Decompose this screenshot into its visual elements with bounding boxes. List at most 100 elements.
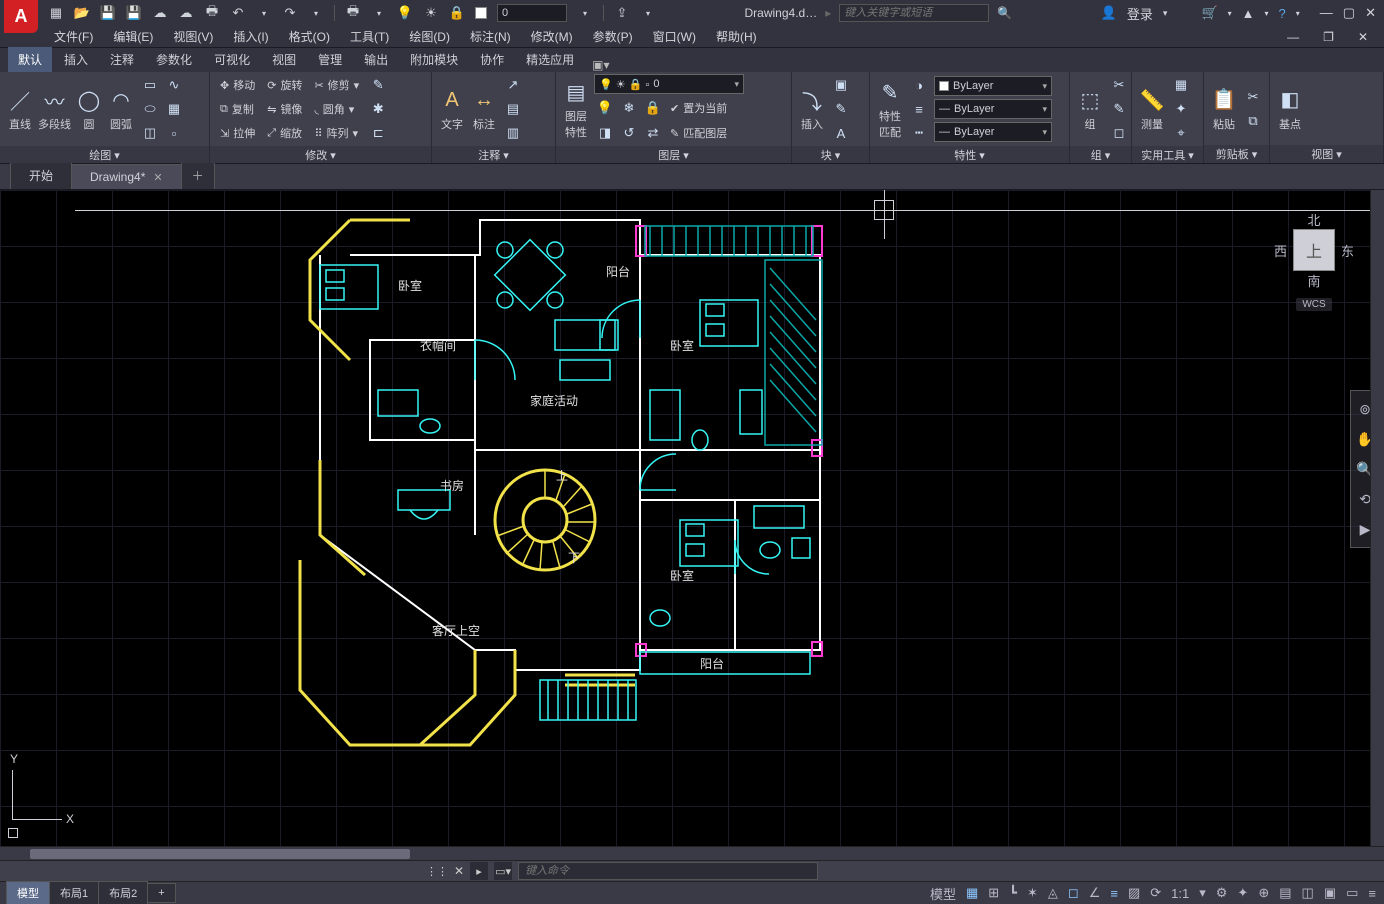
close-icon[interactable]: ✕ (1365, 5, 1376, 21)
panel-block-label[interactable]: 块 ▾ (792, 146, 869, 163)
paste-button[interactable]: 📋粘贴 (1210, 86, 1238, 132)
ltype-icon[interactable]: ┅ (908, 122, 930, 144)
tab-insert[interactable]: 插入 (54, 47, 98, 72)
ltype-combo[interactable]: — ByLayer▾ (934, 122, 1052, 142)
filetab-start[interactable]: 开始 (10, 161, 72, 189)
hatch-icon[interactable]: ▦ (163, 98, 185, 120)
lweight-icon[interactable]: ≡ (908, 98, 930, 120)
doc-restore-icon[interactable]: ❐ (1315, 28, 1342, 46)
cmd-recent-icon[interactable]: ▸ (470, 862, 488, 880)
menu-window[interactable]: 窗口(W) (645, 26, 704, 47)
quick-icon[interactable]: ⌖ (1170, 122, 1192, 144)
set-current-button[interactable]: ✔ 置为当前 (666, 97, 731, 119)
undo-dd-icon[interactable]: ▾ (256, 5, 272, 21)
vc-west[interactable]: 西 (1274, 241, 1287, 260)
rect-icon[interactable]: ▭ (139, 74, 161, 96)
web-save-icon[interactable]: ☁ (178, 5, 194, 21)
menu-view[interactable]: 视图(V) (165, 26, 221, 47)
menu-file[interactable]: 文件(F) (46, 26, 101, 47)
snap-toggle-icon[interactable]: ⊞ (988, 885, 999, 901)
array-button[interactable]: ⠿ 阵列 ▾ (310, 122, 363, 144)
layout-2[interactable]: 布局2 (98, 881, 148, 904)
units-icon[interactable]: ⊕ (1258, 885, 1269, 901)
hardware-icon[interactable]: ▣ (1324, 885, 1336, 901)
panel-util-label[interactable]: 实用工具 ▾ (1132, 146, 1203, 163)
layout-1[interactable]: 布局1 (49, 881, 99, 904)
rotate-button[interactable]: ⟳ 旋转 (263, 74, 306, 96)
menu-format[interactable]: 格式(O) (281, 26, 338, 47)
redo-icon[interactable]: ↷ (282, 5, 298, 21)
group-button[interactable]: ⬚组 (1076, 86, 1104, 132)
osnap-icon[interactable]: ◻ (1068, 885, 1079, 901)
filetab-close-icon[interactable]: ✕ (153, 171, 162, 184)
isolate-icon[interactable]: ◫ (1302, 885, 1314, 901)
mirror-button[interactable]: ⇋ 镜像 (263, 98, 306, 120)
panel-annot-label[interactable]: 注释 ▾ (432, 146, 555, 163)
ortho-icon[interactable]: ┗ (1009, 885, 1017, 901)
scale-button[interactable]: ⤢ 缩放 (263, 122, 306, 144)
menu-modify[interactable]: 修改(M) (523, 26, 581, 47)
scrollbar-horizontal[interactable] (0, 846, 1384, 860)
status-model-button[interactable]: 模型 (930, 884, 956, 903)
group-sel-icon[interactable]: ◻ (1108, 122, 1130, 144)
layer-num-field[interactable] (497, 4, 567, 22)
command-input[interactable] (518, 862, 818, 880)
tab-output[interactable]: 输出 (354, 47, 398, 72)
explode-icon[interactable]: ✱ (367, 98, 389, 120)
help-icon[interactable]: ? (1279, 6, 1286, 21)
save-icon[interactable]: 💾 (100, 5, 116, 21)
menu-help[interactable]: 帮助(H) (708, 26, 765, 47)
cut-icon[interactable]: ✂ (1242, 86, 1264, 108)
plot-icon[interactable]: 🖶 (204, 5, 220, 21)
tab-default[interactable]: 默认 (8, 47, 52, 72)
panel-layer-label[interactable]: 图层 ▾ (556, 146, 791, 163)
qat-dd-icon[interactable]: ▾ (640, 5, 656, 21)
panel-props-label[interactable]: 特性 ▾ (870, 146, 1069, 163)
viewcube[interactable]: 北 西 上 东 南 WCS (1274, 210, 1354, 311)
vc-wcs[interactable]: WCS (1296, 298, 1331, 311)
tab-addon[interactable]: 附加模块 (400, 47, 468, 72)
group-edit-icon[interactable]: ✎ (1108, 98, 1130, 120)
stretch-button[interactable]: ⇲ 拉伸 (216, 122, 259, 144)
table-icon[interactable]: ▤ (502, 98, 524, 120)
cmd-handle-icon[interactable]: ⋮⋮ (426, 865, 448, 878)
base-button[interactable]: ◧基点 (1276, 86, 1304, 132)
otrack-icon[interactable]: ∠ (1089, 885, 1101, 901)
copy-button[interactable]: ⧉ 复制 (216, 98, 259, 120)
quickprops-icon[interactable]: ▤ (1279, 885, 1291, 901)
id-icon[interactable]: ✦ (1170, 98, 1192, 120)
point-icon[interactable]: ▫ (163, 122, 185, 144)
color-wheel-icon[interactable]: ◑ (908, 74, 930, 96)
grid-toggle-icon[interactable]: ▦ (966, 885, 978, 901)
match-props-button[interactable]: ✎特性 匹配 (876, 78, 904, 140)
fillet-button[interactable]: ◟ 圆角 ▾ (310, 98, 363, 120)
transparency-icon[interactable]: ▨ (1128, 885, 1140, 901)
tab-view[interactable]: 视图 (262, 47, 306, 72)
customize-icon[interactable]: ≡ (1368, 886, 1376, 901)
layer-off-icon[interactable]: 💡 (594, 97, 616, 119)
num-dd-icon[interactable]: ▾ (577, 5, 593, 21)
menu-tools[interactable]: 工具(T) (342, 26, 397, 47)
copy-clip-icon[interactable]: ⧉ (1242, 110, 1264, 132)
panel-draw-label[interactable]: 绘图 ▾ (0, 146, 209, 163)
tab-collab[interactable]: 协作 (470, 47, 514, 72)
panel-group-label[interactable]: 组 ▾ (1070, 146, 1131, 163)
vc-top[interactable]: 上 (1293, 229, 1335, 271)
layer-props-button[interactable]: ▤图层 特性 (562, 78, 590, 140)
spline-icon[interactable]: ∿ (163, 74, 185, 96)
saveas-icon[interactable]: 💾 (126, 5, 142, 21)
lweight-toggle-icon[interactable]: ≡ (1110, 886, 1118, 901)
vc-north[interactable]: 北 (1274, 210, 1354, 229)
undo-icon[interactable]: ↶ (230, 5, 246, 21)
maximize-icon[interactable]: ▢ (1343, 5, 1355, 21)
tab-visual[interactable]: 可视化 (204, 47, 260, 72)
open-icon[interactable]: 📂 (74, 5, 90, 21)
leader-icon[interactable]: ↗ (502, 74, 524, 96)
cmd-close-icon[interactable]: ✕ (454, 864, 464, 878)
menu-edit[interactable]: 编辑(E) (105, 26, 161, 47)
anno-monitor-icon[interactable]: ✦ (1237, 885, 1248, 901)
filetab-add[interactable]: ＋ (181, 161, 215, 189)
anno-scale-icon[interactable]: ▾ (1199, 885, 1206, 901)
block-edit-icon[interactable]: ✎ (830, 98, 852, 120)
help-search-input[interactable] (839, 4, 989, 22)
